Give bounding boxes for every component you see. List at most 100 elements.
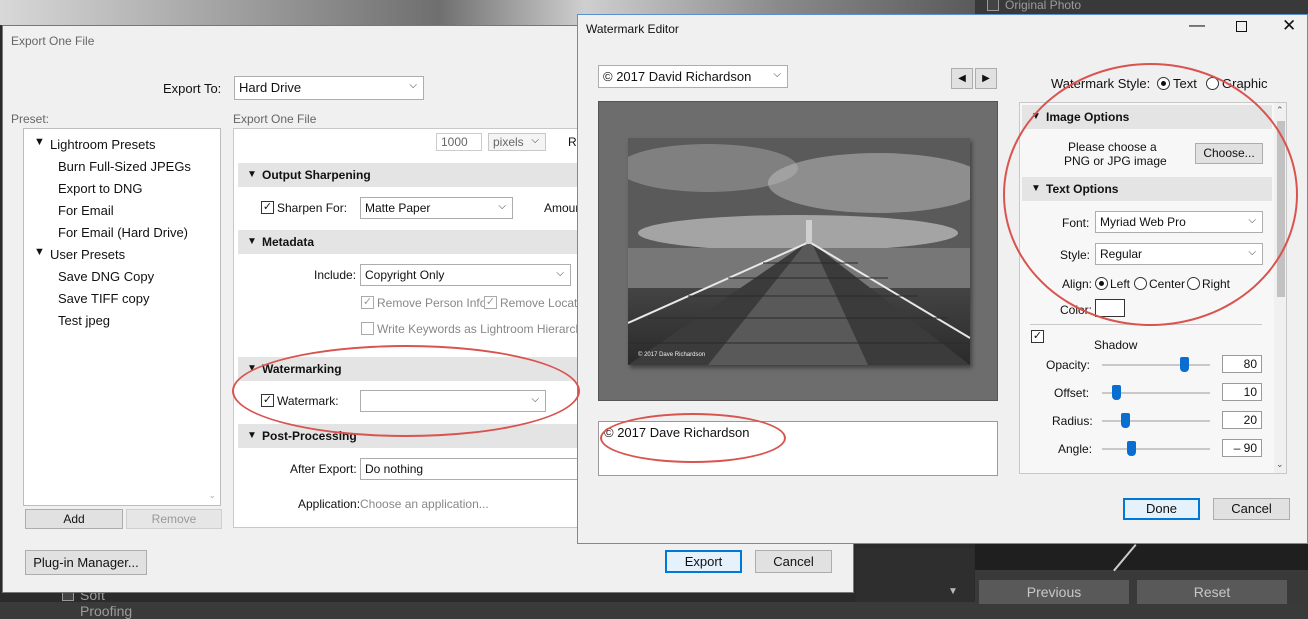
user-presets-group[interactable]: User Presets <box>50 247 125 262</box>
radius-label: Radius: <box>1052 414 1093 428</box>
output-sharpening-header[interactable]: ▼ Output Sharpening <box>238 163 578 187</box>
preset-item[interactable]: Export to DNG <box>58 181 143 196</box>
align-center-radio[interactable] <box>1134 277 1147 290</box>
angle-slider-track[interactable] <box>1102 448 1210 450</box>
align-left-radio[interactable] <box>1095 277 1108 290</box>
sharpen-for-value: Matte Paper <box>365 201 431 215</box>
chevron-down-icon: ⌵ <box>1248 247 1256 258</box>
collapse-triangle-icon[interactable]: ▼ <box>34 136 45 148</box>
chevron-down-icon: ⌵ <box>531 135 539 146</box>
font-select[interactable]: Myriad Web Pro ⌵ <box>1095 211 1263 233</box>
reset-button[interactable]: Reset <box>1137 580 1287 604</box>
resolution-unit-value: pixels <box>493 135 524 149</box>
watermark-text-input[interactable]: © 2017 Dave Richardson <box>598 421 998 476</box>
chevron-down-icon: ⌵ <box>1248 215 1256 226</box>
metadata-header[interactable]: ▼ Metadata <box>238 230 578 254</box>
original-photo-checkbox[interactable] <box>987 0 999 11</box>
options-panel: ▼ Image Options Please choose a PNG or J… <box>1019 102 1287 474</box>
watermark-preview: © 2017 Dave Richardson <box>598 101 998 401</box>
opacity-slider-thumb[interactable] <box>1180 357 1189 372</box>
preset-item[interactable]: Save TIFF copy <box>58 291 150 306</box>
shadow-checkbox[interactable]: ✓ <box>1031 330 1044 343</box>
remove-location-checkbox[interactable]: ✓ <box>484 296 497 309</box>
scroll-down-icon[interactable]: ⌄ <box>208 490 216 501</box>
align-label: Align: <box>1062 277 1093 291</box>
export-button[interactable]: Export <box>665 550 742 573</box>
scroll-down-icon[interactable]: ⌄ <box>1276 459 1284 470</box>
include-label: Include: <box>314 268 357 282</box>
close-icon[interactable]: ✕ <box>1282 16 1296 36</box>
offset-label: Offset: <box>1054 386 1090 400</box>
align-center-label: Center <box>1149 277 1186 291</box>
offset-input[interactable]: 10 <box>1222 383 1262 401</box>
offset-slider-thumb[interactable] <box>1112 385 1121 400</box>
after-export-value: Do nothing <box>365 462 424 476</box>
watermark-editor-dialog: Watermark Editor — ✕ © 2017 David Richar… <box>577 14 1308 544</box>
amount-label-cut: Amoun <box>544 201 579 215</box>
watermark-cancel-button[interactable]: Cancel <box>1213 498 1290 520</box>
chevron-down-icon[interactable]: ▼ <box>948 586 958 597</box>
export-dialog-title: Export One File <box>11 34 95 48</box>
align-right-radio[interactable] <box>1187 277 1200 290</box>
image-options-header[interactable]: ▼ Image Options <box>1022 105 1272 129</box>
previous-button[interactable]: Previous <box>979 580 1129 604</box>
watermarking-header[interactable]: ▼ Watermarking <box>238 357 578 381</box>
radius-slider-track[interactable] <box>1102 420 1210 422</box>
style-text-label: Text <box>1173 76 1197 91</box>
watermark-checkbox[interactable]: ✓ <box>261 394 274 407</box>
include-select[interactable]: Copyright Only ⌵ <box>360 264 571 286</box>
plugin-manager-button[interactable]: Plug-in Manager... <box>25 550 147 575</box>
scroll-up-icon[interactable]: ⌃ <box>1276 105 1284 116</box>
style-text-radio[interactable] <box>1157 77 1170 90</box>
collapse-triangle-icon: ▼ <box>247 169 257 180</box>
watermark-label: Watermark: <box>277 394 339 408</box>
lightroom-toolbar: ▼ <box>856 548 974 602</box>
angle-input[interactable]: – 90 <box>1222 439 1262 457</box>
watermark-select[interactable]: ⌵ <box>360 390 546 412</box>
done-button[interactable]: Done <box>1123 498 1200 520</box>
resolution-unit-select[interactable]: pixels ⌵ <box>488 133 546 151</box>
watermark-editor-title: Watermark Editor <box>586 22 679 36</box>
resolution-input[interactable]: 1000 <box>436 133 482 151</box>
previous-image-button[interactable]: ◀ <box>951 68 973 89</box>
lightroom-presets-group[interactable]: Lightroom Presets <box>50 137 156 152</box>
style-select[interactable]: Regular ⌵ <box>1095 243 1263 265</box>
scrollbar-thumb[interactable] <box>1277 121 1285 297</box>
opacity-slider-track[interactable] <box>1102 364 1210 366</box>
angle-slider-thumb[interactable] <box>1127 441 1136 456</box>
preset-item[interactable]: Burn Full-Sized JPEGs <box>58 159 191 174</box>
after-export-select[interactable]: Do nothing <box>360 458 578 480</box>
align-right-label: Right <box>1202 277 1231 291</box>
preset-item[interactable]: Save DNG Copy <box>58 269 154 284</box>
write-keywords-checkbox[interactable] <box>361 322 374 335</box>
triangle-left-icon: ◀ <box>958 73 966 84</box>
remove-preset-button[interactable]: Remove <box>126 509 222 529</box>
add-preset-button[interactable]: Add <box>25 509 123 529</box>
maximize-icon[interactable] <box>1236 21 1247 32</box>
preset-item[interactable]: Test jpeg <box>58 313 110 328</box>
export-to-select[interactable]: Hard Drive ⌵ <box>234 76 424 100</box>
choose-image-button[interactable]: Choose... <box>1195 143 1263 164</box>
sharpen-checkbox[interactable]: ✓ <box>261 201 274 214</box>
export-cancel-button[interactable]: Cancel <box>755 550 832 573</box>
options-scrollbar[interactable]: ⌃ ⌄ <box>1274 103 1286 473</box>
post-processing-header[interactable]: ▼ Post-Processing <box>238 424 578 448</box>
radius-slider-thumb[interactable] <box>1121 413 1130 428</box>
radius-input[interactable]: 20 <box>1222 411 1262 429</box>
chevron-down-icon: ⌵ <box>409 80 417 91</box>
application-placeholder[interactable]: Choose an application... <box>360 497 489 511</box>
color-swatch[interactable] <box>1095 299 1125 317</box>
preset-item[interactable]: For Email <box>58 203 114 218</box>
opacity-input[interactable]: 80 <box>1222 355 1262 373</box>
original-photo-label: Original Photo <box>1005 0 1082 12</box>
collapse-triangle-icon[interactable]: ▼ <box>34 246 45 258</box>
minimize-icon[interactable]: — <box>1189 17 1205 35</box>
sharpen-for-select[interactable]: Matte Paper ⌵ <box>360 197 513 219</box>
watermark-preset-select[interactable]: © 2017 David Richardson ⌵ <box>598 65 788 88</box>
style-graphic-radio[interactable] <box>1206 77 1219 90</box>
remove-person-checkbox[interactable]: ✓ <box>361 296 374 309</box>
text-options-header[interactable]: ▼ Text Options <box>1022 177 1272 201</box>
style-label: Style: <box>1060 248 1091 262</box>
next-image-button[interactable]: ▶ <box>975 68 997 89</box>
preset-item[interactable]: For Email (Hard Drive) <box>58 225 188 240</box>
